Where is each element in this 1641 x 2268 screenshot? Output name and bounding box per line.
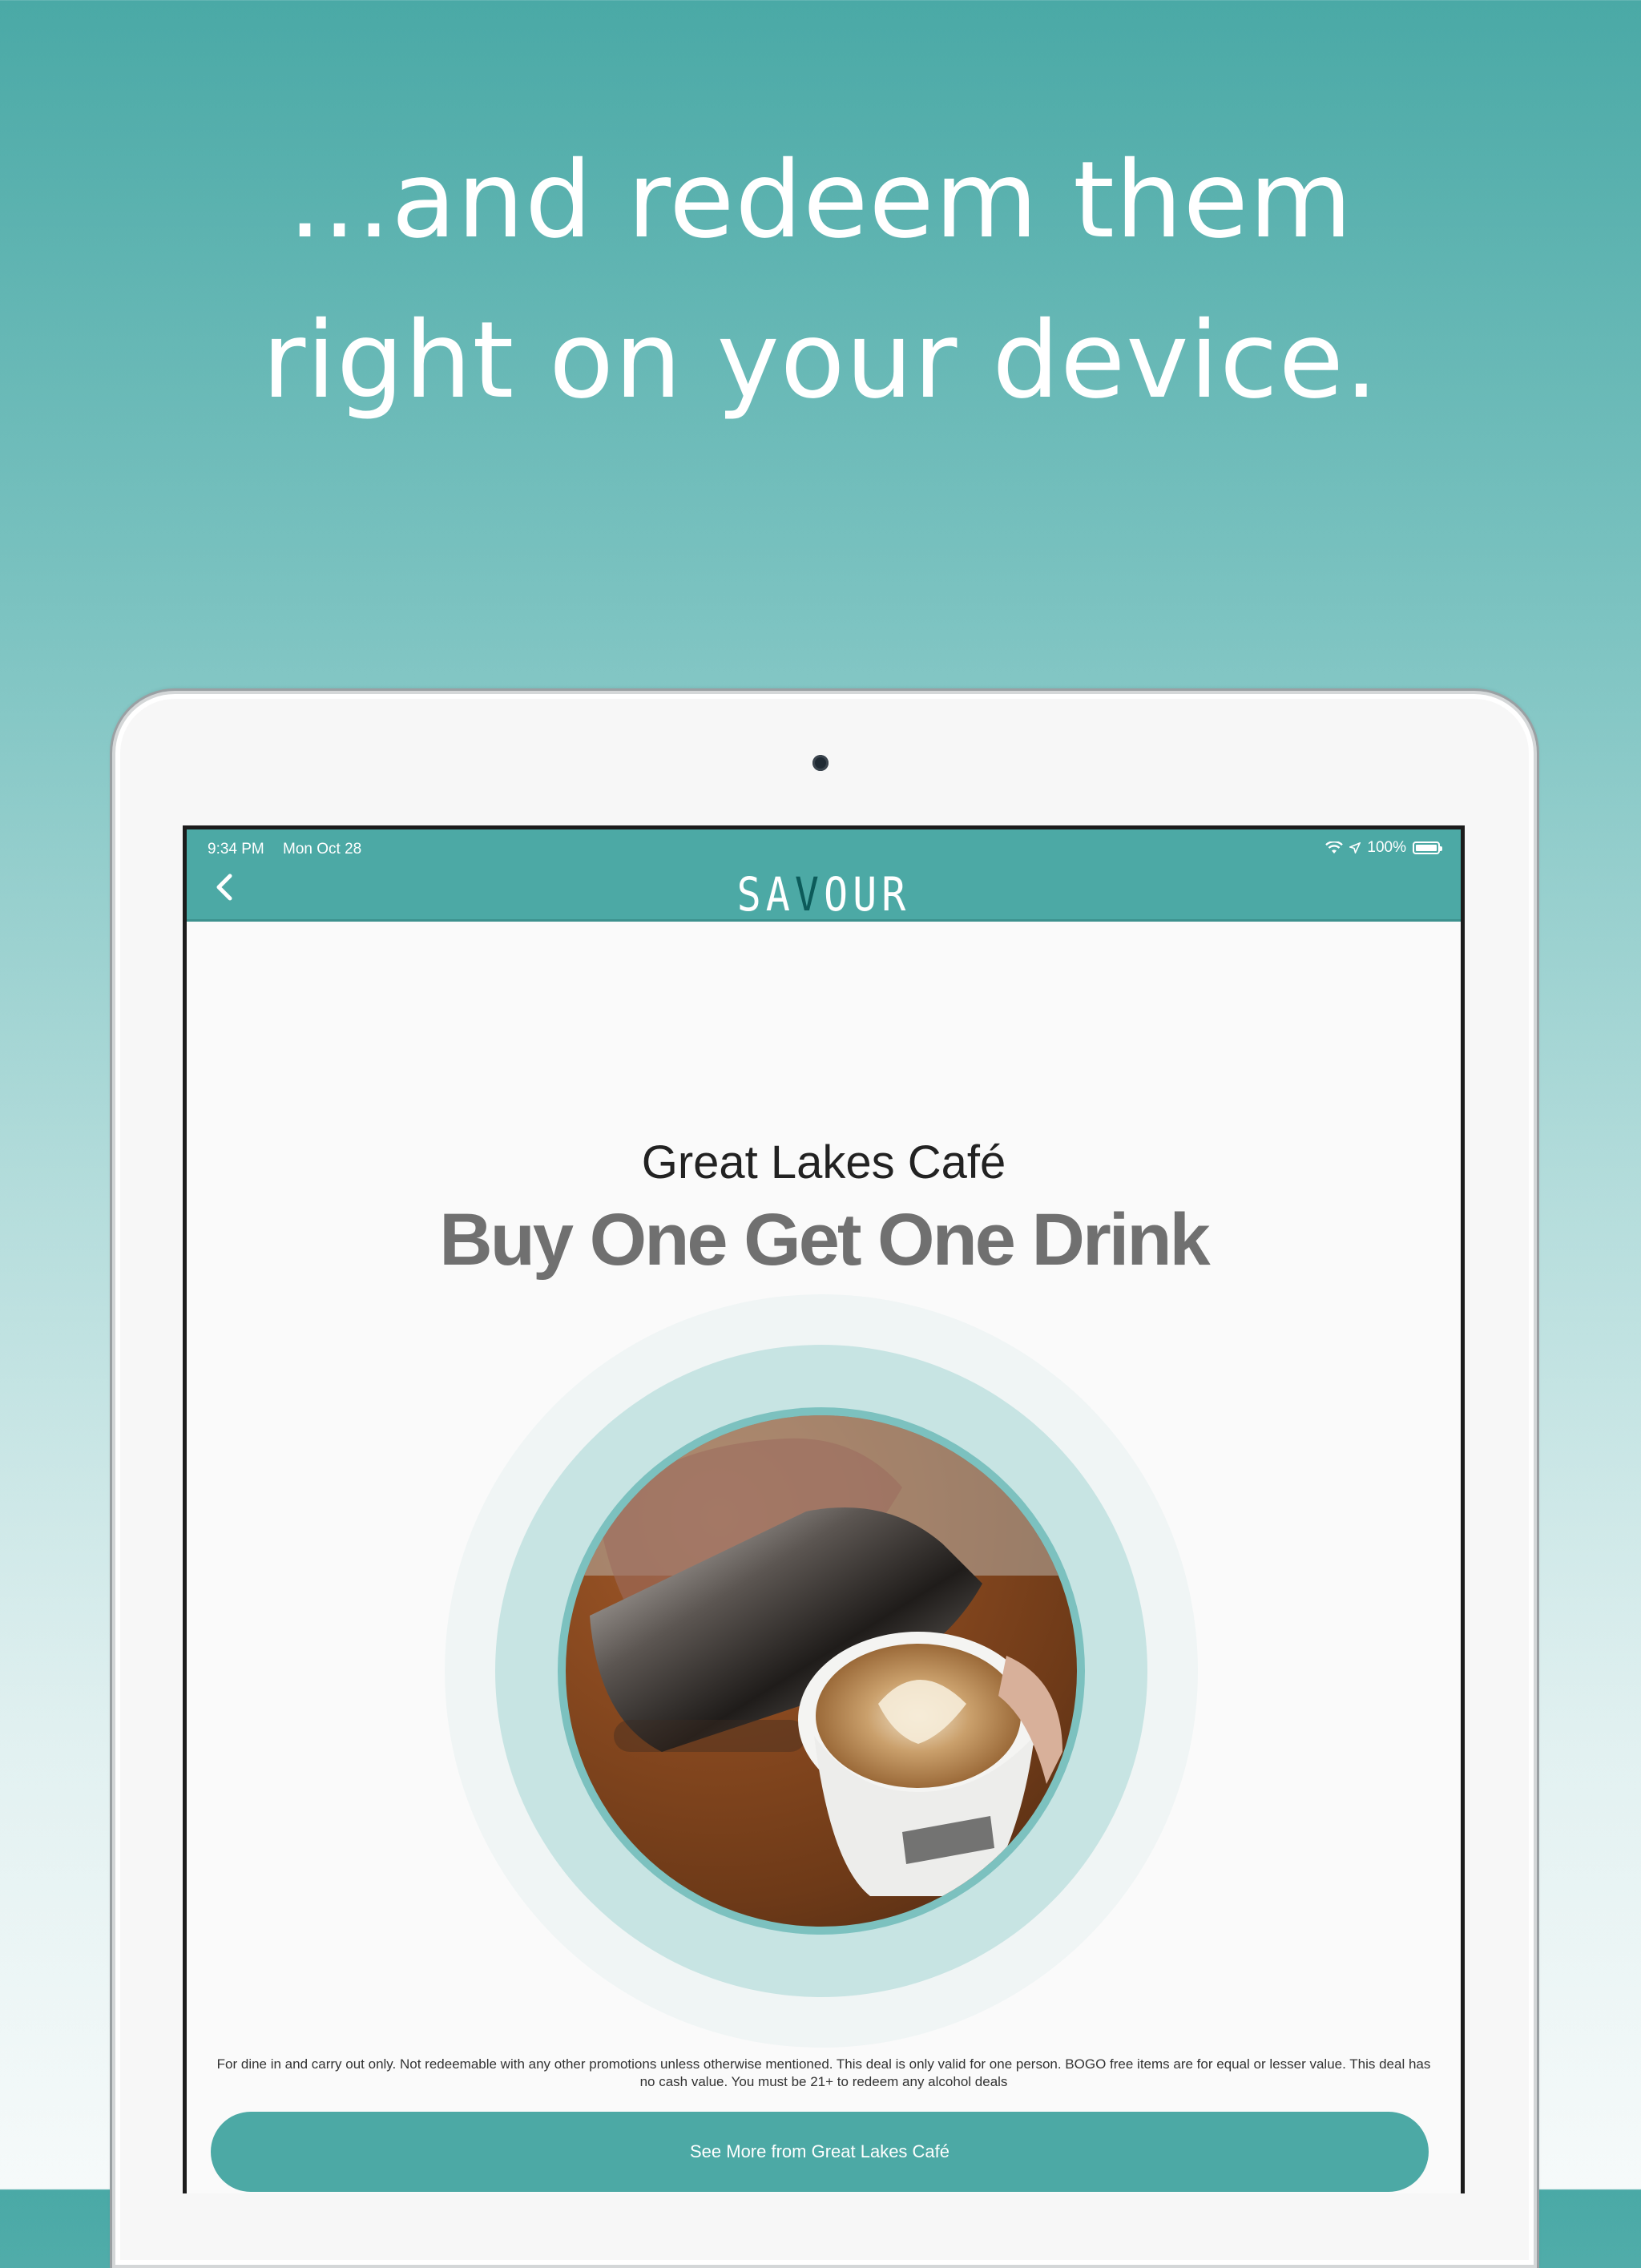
status-indicators: 100% (1325, 839, 1442, 857)
headline-line-2: right on your device. (262, 299, 1379, 422)
camera-icon (812, 755, 829, 771)
marketing-headline: ...and redeem them right on your device. (0, 120, 1641, 441)
wifi-icon (1325, 841, 1344, 854)
deal-disclaimer: For dine in and carry out only. Not rede… (216, 2056, 1431, 2089)
nav-bar: 9:34 PM Mon Oct 28 100% SAVOUR (187, 829, 1461, 922)
deal-title: Buy One Get One Drink (439, 1199, 1210, 1281)
savour-logo: SAVOUR (736, 868, 911, 922)
battery-icon (1413, 841, 1442, 854)
location-arrow-icon (1349, 842, 1361, 854)
battery-percent: 100% (1367, 839, 1406, 856)
coffee-latte-art-photo (566, 1415, 1077, 1927)
see-more-button[interactable]: See More from Great Lakes Café (211, 2112, 1429, 2192)
app-screen: 9:34 PM Mon Oct 28 100% SAVOUR Great Lak… (183, 825, 1465, 2193)
status-time: 9:34 PM (208, 841, 264, 858)
status-date: Mon Oct 28 (283, 841, 362, 858)
venue-name: Great Lakes Café (641, 1136, 1006, 1188)
headline-line-1: ...and redeem them (288, 139, 1353, 262)
